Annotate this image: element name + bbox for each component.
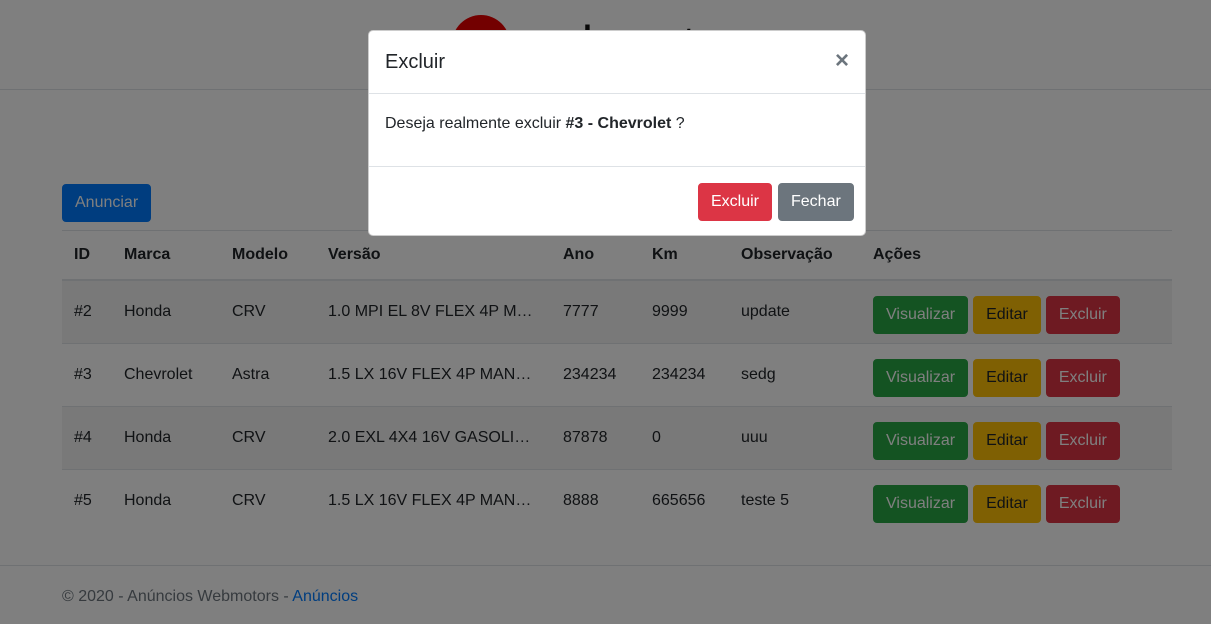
confirm-delete-button[interactable]: Excluir bbox=[698, 183, 773, 221]
delete-confirm-modal: Excluir × Deseja realmente excluir #3 - … bbox=[368, 30, 866, 236]
modal-message: Deseja realmente excluir #3 - Chevrolet … bbox=[385, 115, 685, 133]
message-prefix: Deseja realmente excluir bbox=[385, 115, 566, 132]
modal-footer: Excluir Fechar bbox=[369, 167, 865, 237]
message-suffix: ? bbox=[671, 115, 685, 132]
modal-body: Deseja realmente excluir #3 - Chevrolet … bbox=[369, 94, 865, 167]
close-modal-button[interactable]: Fechar bbox=[778, 183, 854, 221]
close-icon[interactable]: × bbox=[835, 49, 849, 73]
modal-header: Excluir × bbox=[369, 31, 865, 94]
modal-title: Excluir bbox=[385, 51, 446, 73]
message-target: #3 - Chevrolet bbox=[565, 115, 672, 132]
